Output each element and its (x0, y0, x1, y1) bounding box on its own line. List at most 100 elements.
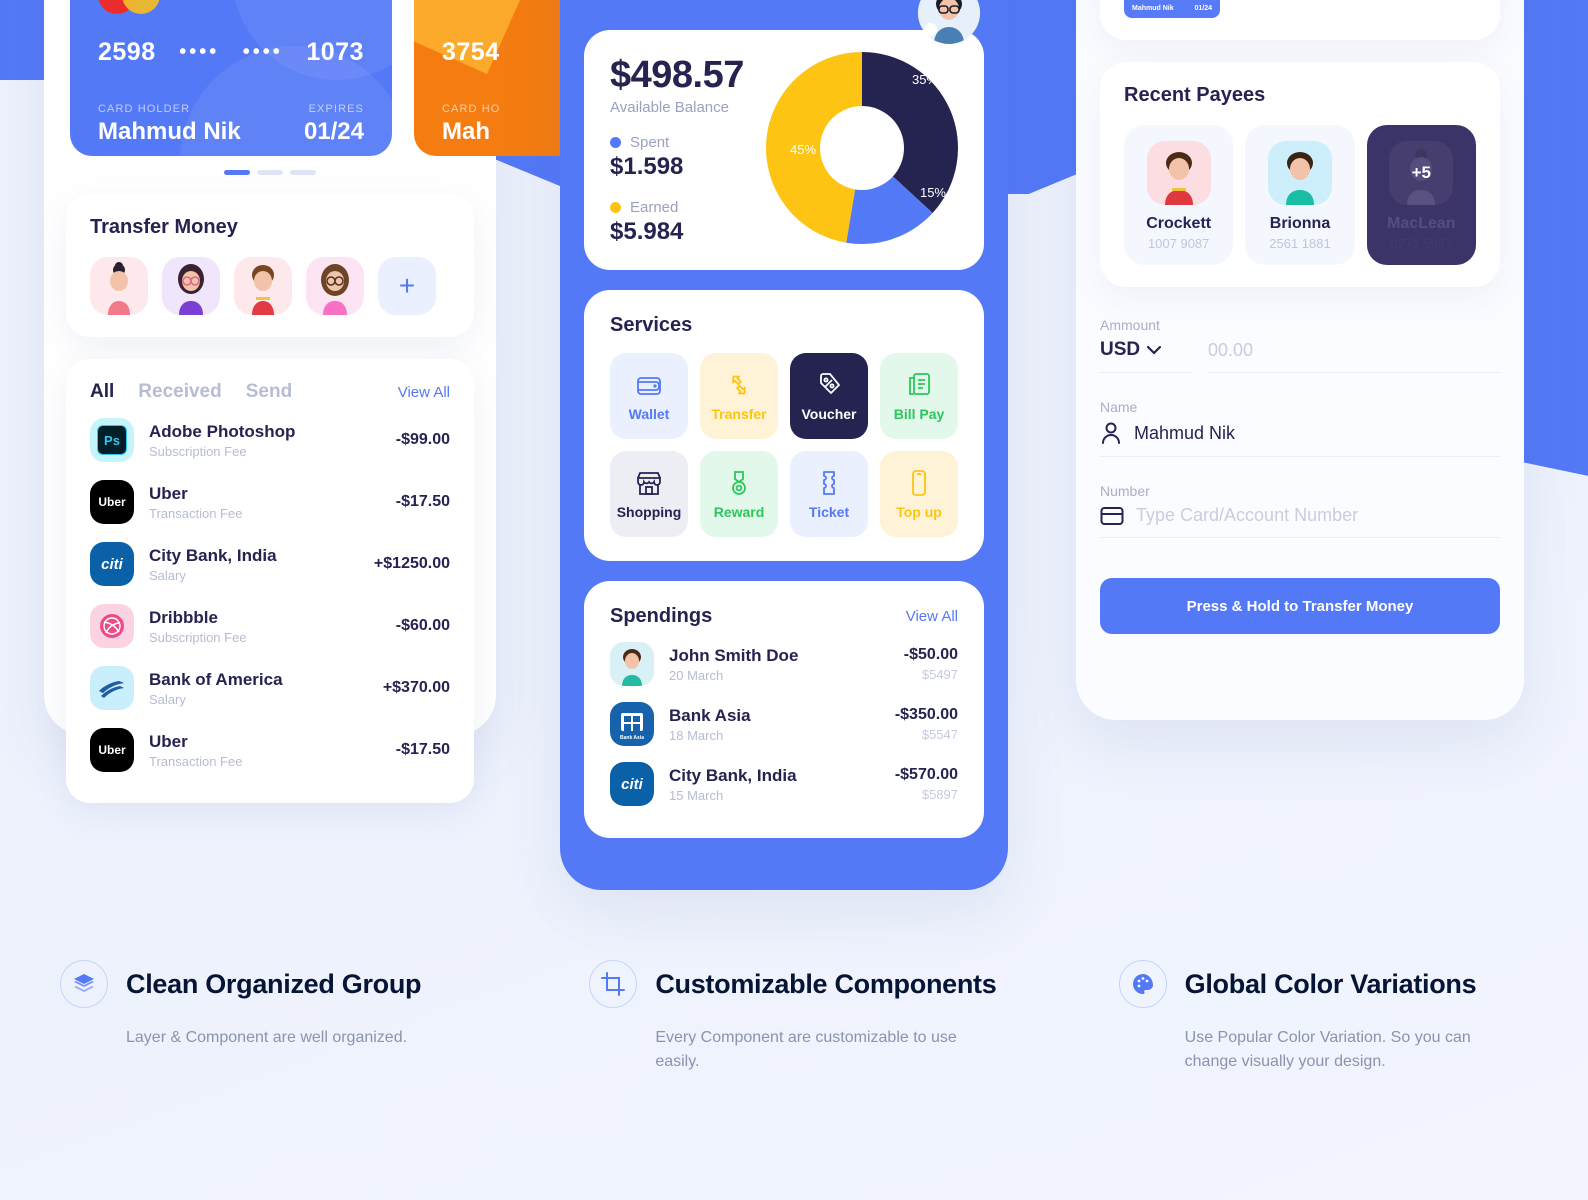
service-reward[interactable]: Reward (700, 451, 778, 537)
transfer-money-button[interactable]: Press & Hold to Transfer Money (1100, 578, 1500, 634)
mini-card-holder: Mahmud Nik (1132, 5, 1174, 12)
payee-number: 0271 5987 (1390, 236, 1453, 251)
transaction-name: Bank of America (149, 669, 283, 689)
service-label: Ticket (808, 504, 850, 520)
currency-value: USD (1100, 339, 1141, 360)
transaction-subtitle: Subscription Fee (149, 629, 247, 645)
chevron-down-icon (1147, 345, 1162, 355)
carousel-pagination[interactable] (44, 170, 496, 175)
transaction-name: City Bank, India (149, 545, 277, 565)
services-card: Services Wallet Transfer Voucher Bill Pa… (584, 290, 984, 561)
features-section: Clean Organized Group Layer & Component … (0, 960, 1588, 1074)
legend-label-spent: Spent (630, 134, 670, 151)
shop-icon (637, 472, 661, 495)
payee-crockett[interactable]: Crockett 1007 9087 (1124, 125, 1234, 265)
payee-name: Crockett (1146, 215, 1212, 232)
transaction-amount: -$17.50 (395, 493, 450, 510)
spendings-title: Spendings (610, 605, 713, 627)
tab-received[interactable]: Received (138, 381, 221, 403)
card-holder-row: CARD HOLDER Mahmud Nik EXPIRES 01/24 (98, 103, 364, 146)
service-label: Bill Pay (893, 406, 945, 422)
donut-label-0: 35% (911, 72, 938, 87)
transaction-amount: +$1250.00 (373, 555, 450, 572)
service-voucher[interactable]: Voucher (790, 353, 868, 439)
table-row[interactable]: Dribbble Subscription Fee -$60.00 (90, 595, 450, 657)
transaction-amount: -$99.00 (395, 431, 450, 448)
contact-avatar-3[interactable] (234, 257, 292, 315)
recent-payees-title: Recent Payees (1124, 84, 1266, 106)
transaction-subtitle: Transaction Fee (149, 505, 243, 521)
spending-amount: -$350.00 (894, 706, 958, 723)
dribbble-icon (90, 604, 134, 648)
service-shopping[interactable]: Shopping (610, 451, 688, 537)
spending-amount: -$50.00 (903, 646, 958, 663)
citi-icon: citi (90, 542, 134, 586)
list-item[interactable]: Bank Asia Bank Asia 18 March -$350.00 $5… (610, 694, 958, 754)
transactions-view-all-link[interactable]: View All (398, 384, 450, 401)
transaction-amount: -$60.00 (395, 617, 450, 634)
photoshop-icon: Ps (90, 418, 134, 462)
transaction-name: Uber (149, 731, 188, 751)
carousel-dot-2[interactable] (257, 170, 283, 175)
transfer-contacts-list: + (90, 257, 450, 315)
spending-amount: -$570.00 (894, 766, 958, 783)
table-row[interactable]: Uber Uber Transaction Fee -$17.50 (90, 471, 450, 533)
feature-title: Global Color Variations (1184, 968, 1477, 999)
card-number-row: 2598 •••• •••• 1073 (98, 38, 364, 67)
table-row[interactable]: citi City Bank, India Salary +$1250.00 (90, 533, 450, 595)
amount-placeholder: 00.00 (1208, 339, 1254, 360)
payee-name: Brionna (1269, 215, 1331, 232)
spendings-view-all-link[interactable]: View All (906, 608, 958, 625)
amount-input[interactable]: 00.00 (1208, 333, 1500, 373)
table-row[interactable]: Ps Adobe Photoshop Subscription Fee -$99… (90, 409, 450, 471)
transactions-card: All Received Send View All Ps Adobe Phot… (66, 359, 474, 803)
payee-name: MacLean (1387, 215, 1456, 232)
tab-all[interactable]: All (90, 381, 114, 403)
name-input[interactable]: Mahmud Nik (1100, 415, 1500, 457)
status-badge (924, 23, 937, 36)
service-top-up[interactable]: Top up (880, 451, 958, 537)
contact-avatar-4[interactable] (306, 257, 364, 315)
card-number-part-1: 2598 (98, 38, 156, 66)
table-row[interactable]: Uber Uber Transaction Fee -$17.50 (90, 719, 450, 781)
transfer-form: Ammount USD 00.00 Name Mahmud Nik Number… (1100, 317, 1500, 634)
add-contact-button[interactable]: + (378, 257, 436, 315)
card-number-input[interactable]: Type Card/Account Number (1100, 499, 1500, 538)
tab-send[interactable]: Send (246, 381, 292, 403)
mini-credit-card[interactable]: Mahmud Nik 01/24 (1124, 0, 1220, 18)
service-transfer[interactable]: Transfer (700, 353, 778, 439)
table-row[interactable]: Bank of America Salary +$370.00 (90, 657, 450, 719)
transaction-subtitle: Subscription Fee (149, 443, 247, 459)
layers-icon (60, 960, 108, 1008)
transaction-list: Ps Adobe Photoshop Subscription Fee -$99… (90, 409, 450, 781)
palette-icon (1118, 960, 1167, 1008)
feature-title: Clean Organized Group (126, 968, 422, 999)
card-number-mask-2: •••• (242, 41, 283, 63)
balance-donut-chart: 35% 15% 45% (764, 50, 960, 246)
carousel-dot-3[interactable] (290, 170, 316, 175)
recent-payees-card: Recent Payees Crockett 1007 9087 Brionna… (1100, 62, 1500, 287)
mastercard-icon (98, 0, 160, 14)
list-item[interactable]: John Smith Doe 20 March -$50.00 $5497 (610, 634, 958, 694)
credit-card-mastercard[interactable]: 2598 •••• •••• 1073 CARD HOLDER Mahmud N… (70, 0, 392, 156)
avatar: +5 (1389, 141, 1454, 205)
list-item[interactable]: citi City Bank, India 15 March -$570.00 … (610, 754, 958, 814)
carousel-dot-1[interactable] (224, 170, 250, 175)
person-icon (1102, 422, 1120, 444)
card-carousel[interactable]: 3754 CARD HO Mah 2598 •••• •••• 1073 CAR… (44, 0, 736, 175)
transaction-subtitle: Salary (149, 567, 186, 583)
transfer-money-title: Transfer Money (90, 216, 238, 238)
service-wallet[interactable]: Wallet (610, 353, 688, 439)
currency-select[interactable]: USD (1100, 333, 1192, 373)
service-ticket[interactable]: Ticket (790, 451, 868, 537)
transaction-tabs[interactable]: All Received Send View All (90, 381, 450, 403)
contact-avatar-1[interactable] (90, 257, 148, 315)
contact-avatar-2[interactable] (162, 257, 220, 315)
service-bill-pay[interactable]: Bill Pay (880, 353, 958, 439)
bofa-icon (90, 666, 134, 710)
amount-label: Ammount (1100, 317, 1160, 333)
payee-maclean-more[interactable]: +5 MacLean 0271 5987 (1366, 125, 1476, 265)
services-title: Services (610, 314, 693, 336)
payee-brionna[interactable]: Brionna 2561 1881 (1245, 125, 1355, 265)
crop-icon (589, 960, 638, 1008)
